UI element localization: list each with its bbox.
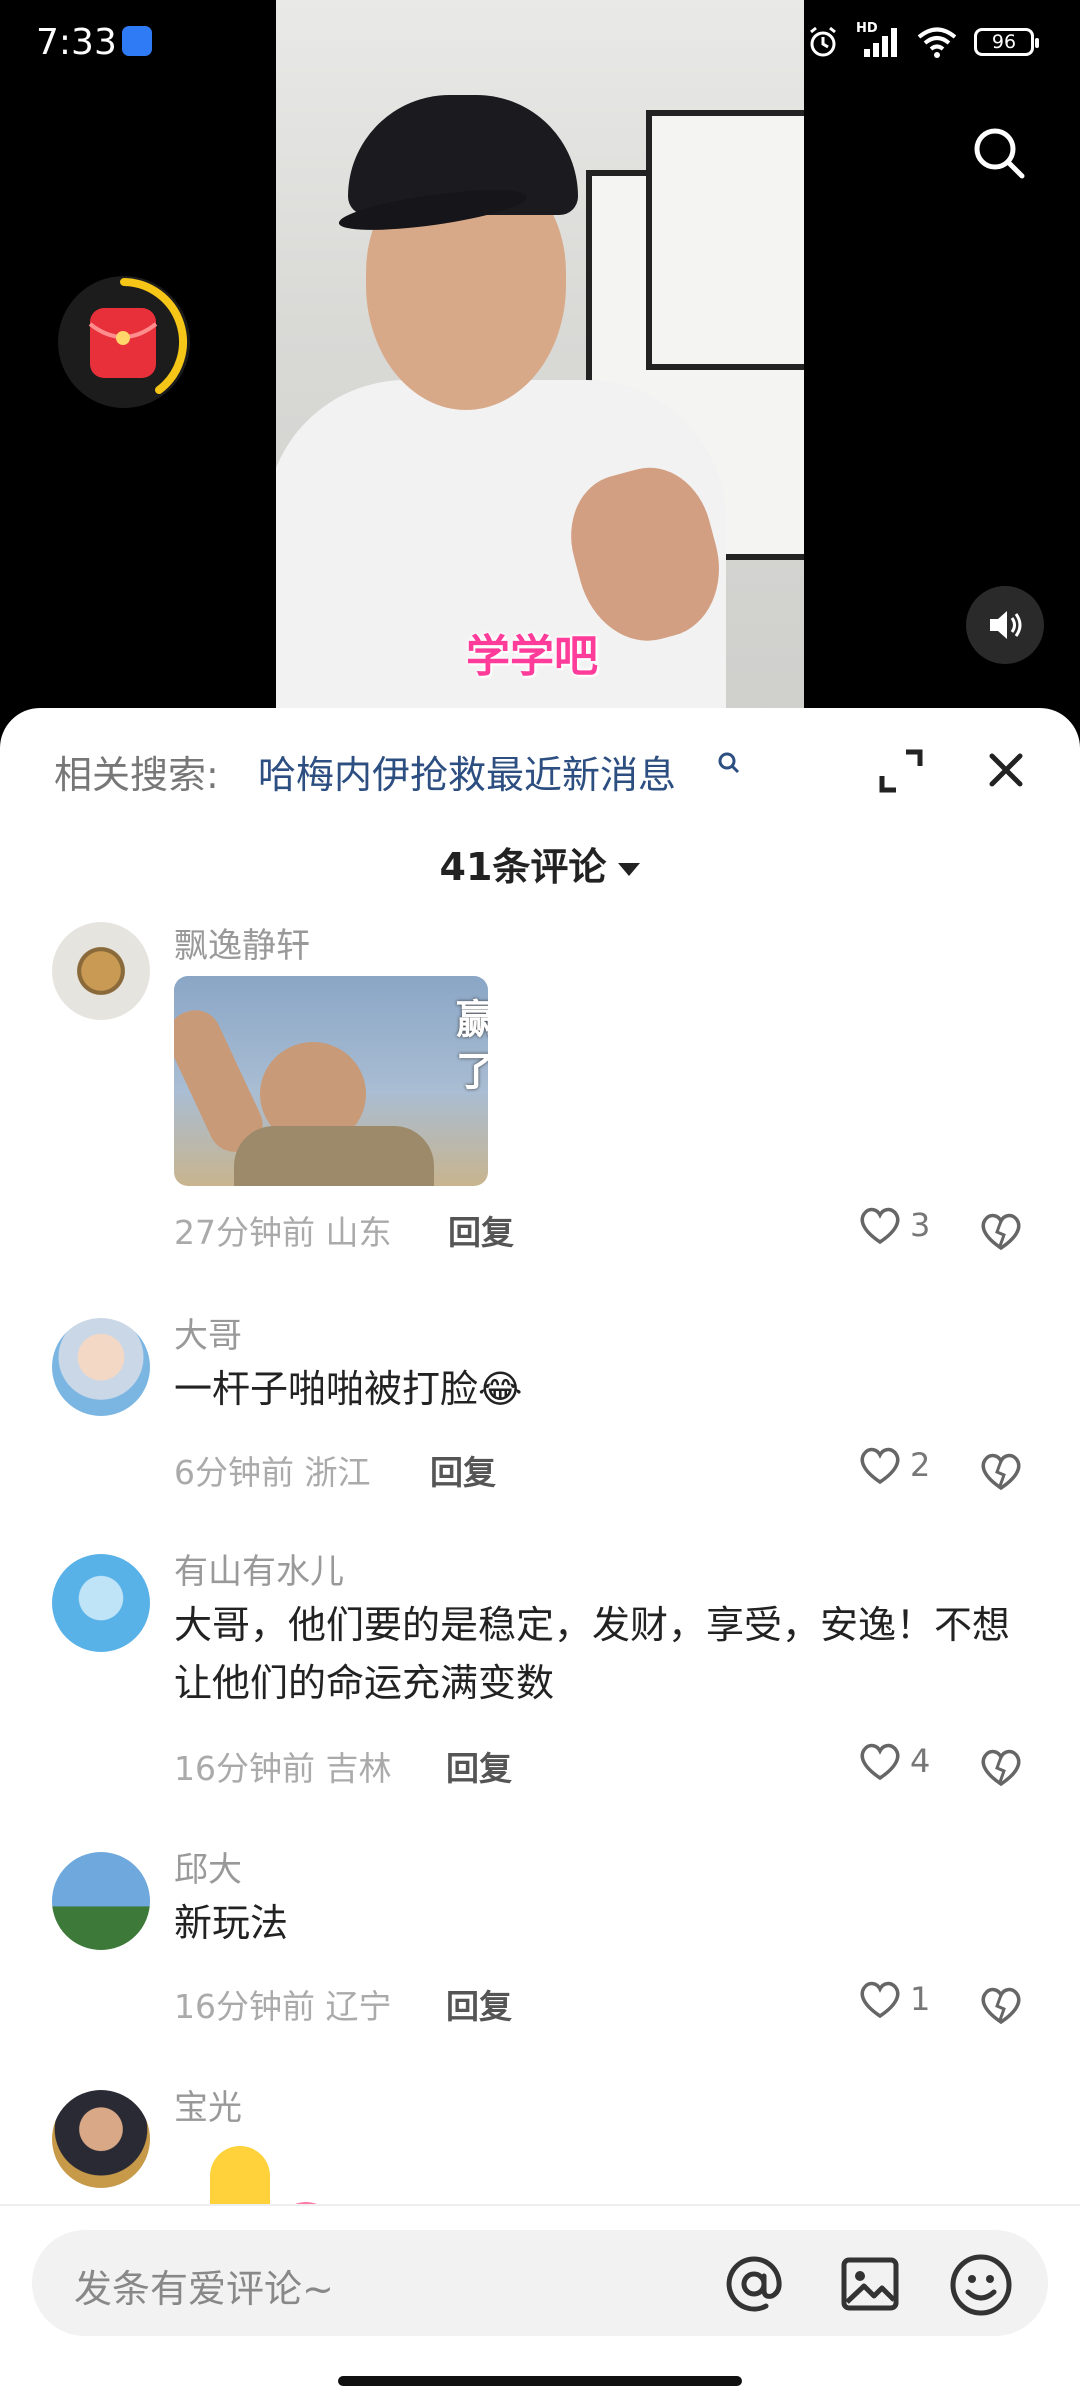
battery-icon: 96 — [974, 28, 1039, 56]
alarm-icon — [810, 26, 836, 57]
speaker-icon — [990, 611, 1022, 639]
comment-meta: 16分钟前 辽宁 — [174, 1980, 392, 2028]
volume-button[interactable] — [966, 586, 1044, 664]
avatar[interactable] — [52, 1318, 150, 1416]
sticker-caption: 赢了 — [456, 997, 488, 1095]
dislike-icon[interactable] — [978, 1208, 1024, 1254]
comment-username[interactable]: 宝光 — [174, 2080, 242, 2129]
comment-location: 山东 — [325, 1213, 392, 1252]
background-cabinet — [646, 110, 804, 370]
related-search-label: 相关搜索: — [54, 753, 219, 797]
comment-input-bar: 发条有爱评论~ — [0, 2204, 1080, 2402]
dislike-icon[interactable] — [978, 1448, 1024, 1494]
mention-icon[interactable] — [722, 2252, 786, 2316]
comment-meta: 16分钟前 吉林 — [174, 1742, 392, 1790]
like-count: 3 — [910, 1206, 931, 1244]
image-icon[interactable] — [838, 2252, 902, 2316]
comment-text: 大哥，他们要的是稳定，发财，享受，安逸！不想让他们的命运充满变数 — [174, 1603, 1011, 1705]
related-search-link[interactable]: 哈梅内伊抢救最近新消息 — [258, 744, 676, 799]
heart-icon — [860, 1447, 900, 1485]
comment-input[interactable]: 发条有爱评论~ — [32, 2230, 1048, 2336]
chevron-down-icon — [618, 863, 641, 876]
comment-username[interactable]: 有山有水儿 — [174, 1544, 344, 1593]
comment-input-placeholder: 发条有爱评论~ — [74, 2267, 334, 2311]
comment-count-dropdown[interactable]: 41条评论 — [0, 836, 1080, 891]
sticker-shirt — [234, 1126, 434, 1186]
wifi-icon — [917, 27, 957, 58]
comment-time: 6分钟前 — [174, 1453, 294, 1492]
reply-button[interactable]: 回复 — [446, 1742, 512, 1790]
like-button[interactable]: 2 — [858, 1444, 930, 1486]
status-time: 7:33 — [36, 22, 117, 63]
avatar[interactable] — [52, 2090, 150, 2188]
comment-text: 一杆子啪啪被打脸😂 — [174, 1367, 523, 1411]
comment-text: 新玩法 — [174, 1901, 289, 1945]
like-count: 1 — [910, 1980, 931, 2018]
comment-location: 吉林 — [325, 1749, 392, 1788]
battery-level: 96 — [991, 31, 1017, 53]
comment-username[interactable]: 大哥 — [174, 1308, 242, 1357]
avatar[interactable] — [52, 922, 150, 1020]
comment-username[interactable]: 飘逸静轩 — [174, 918, 310, 967]
dislike-icon[interactable] — [978, 1982, 1024, 2028]
video-player[interactable] — [276, 0, 804, 720]
comment-time: 16分钟前 — [174, 1749, 315, 1788]
comment-time: 16分钟前 — [174, 1987, 315, 2026]
meme-sticker-image: 赢了 — [174, 976, 488, 1186]
search-icon[interactable] — [716, 750, 742, 776]
comment-time: 27分钟前 — [174, 1213, 315, 1252]
home-indicator[interactable] — [338, 2376, 742, 2386]
close-icon[interactable] — [984, 748, 1028, 792]
reply-button[interactable]: 回复 — [448, 1206, 514, 1254]
reply-button[interactable]: 回复 — [430, 1446, 496, 1494]
search-icon[interactable] — [970, 124, 1028, 182]
app-notification-icon — [122, 26, 152, 56]
heart-icon — [860, 1207, 900, 1245]
like-button[interactable]: 1 — [858, 1978, 930, 2020]
status-icons: HD 96 — [806, 21, 1039, 62]
like-count: 4 — [910, 1742, 931, 1780]
expand-icon[interactable] — [876, 746, 926, 796]
comment-location: 辽宁 — [325, 1987, 392, 2026]
heart-icon — [860, 1981, 900, 2019]
like-count: 2 — [910, 1446, 931, 1484]
video-caption: 学学吧 — [466, 631, 598, 682]
heart-icon — [860, 1743, 900, 1781]
comment-meta: 6分钟前 浙江 — [174, 1446, 371, 1494]
avatar[interactable] — [52, 1852, 150, 1950]
signal-icon: HD — [856, 21, 900, 59]
reply-button[interactable]: 回复 — [446, 1980, 512, 2028]
avatar[interactable] — [52, 1554, 150, 1652]
comment-location: 浙江 — [304, 1453, 371, 1492]
red-packet-timer-icon[interactable] — [54, 272, 194, 412]
like-button[interactable]: 4 — [858, 1740, 930, 1782]
comment-meta: 27分钟前 山东 — [174, 1206, 392, 1254]
comment-username[interactable]: 邱大 — [174, 1842, 242, 1891]
dislike-icon[interactable] — [978, 1744, 1024, 1790]
like-button[interactable]: 3 — [858, 1204, 930, 1246]
comment-count: 41条评论 — [439, 845, 607, 889]
emoji-icon[interactable] — [948, 2252, 1014, 2318]
comments-sheet: 相关搜索: 哈梅内伊抢救最近新消息 41条评论 飘逸静轩 赢了 27分钟前 山东… — [0, 708, 1080, 2400]
